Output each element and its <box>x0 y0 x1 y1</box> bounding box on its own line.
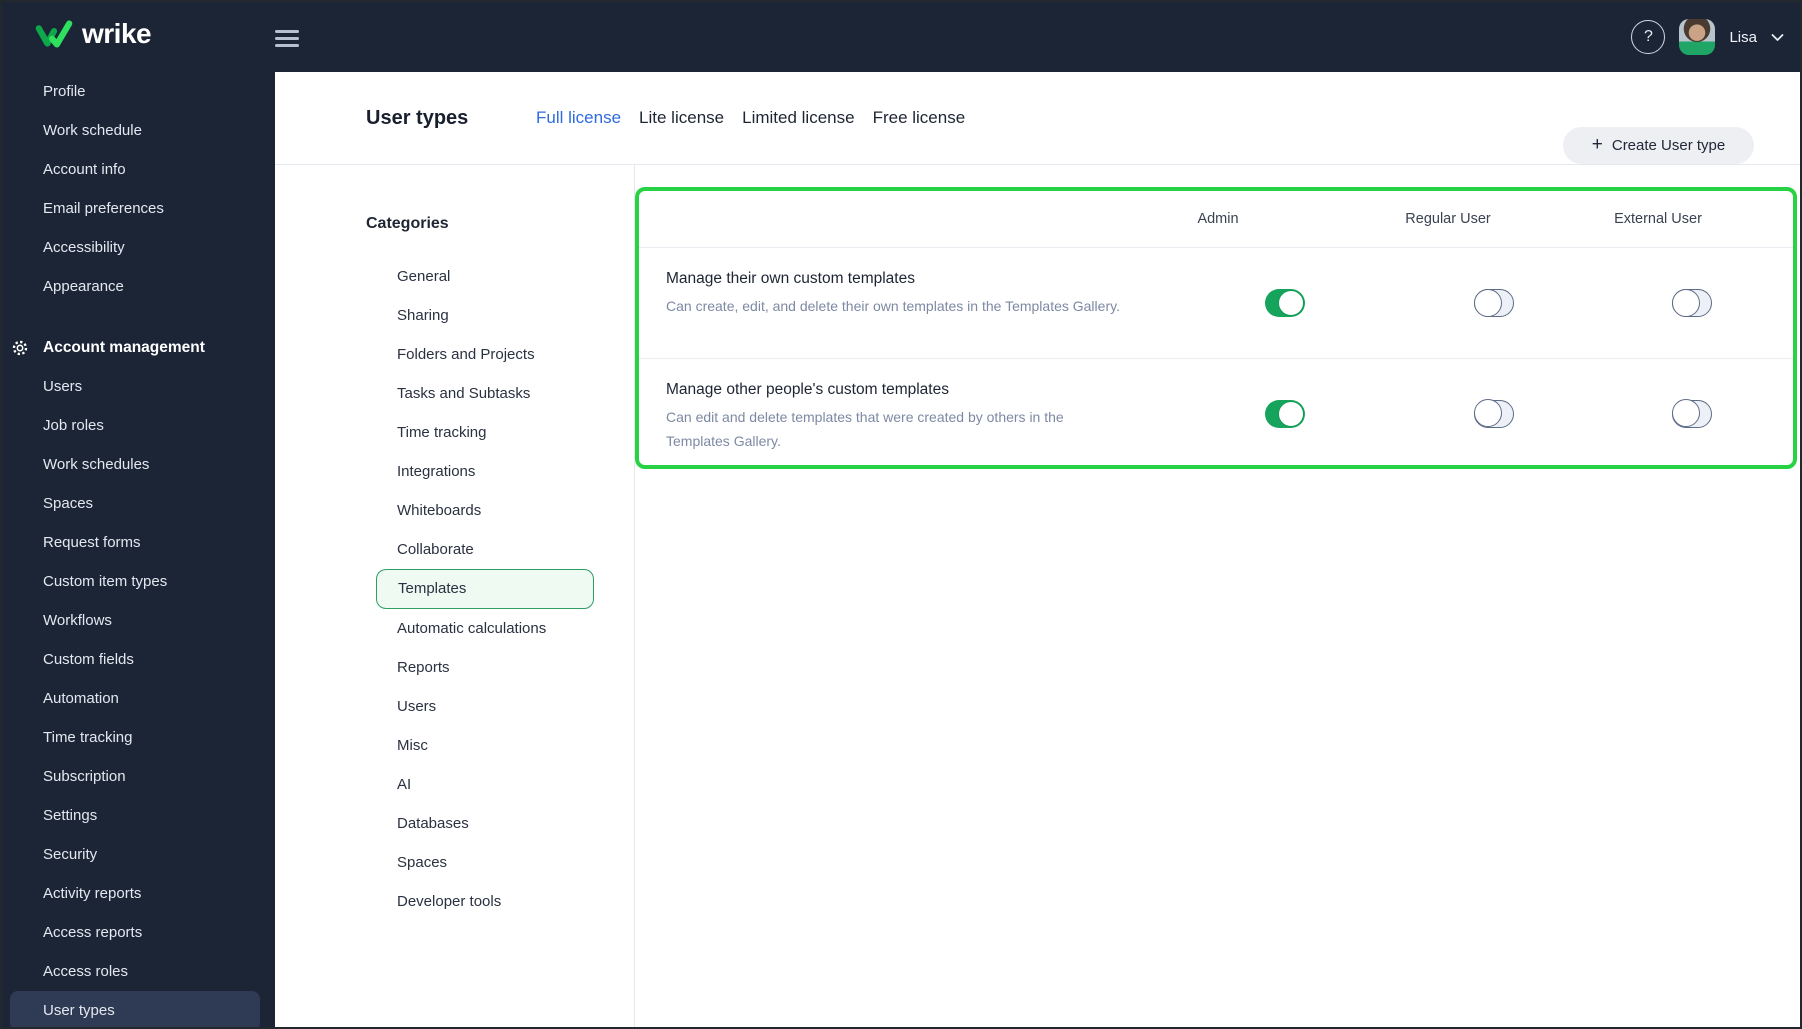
tab-limited-license[interactable]: Limited license <box>733 102 863 134</box>
toggle-knob <box>1473 288 1502 317</box>
permission-row-manage-their-own-custom-templates: Manage their own custom templates Can cre… <box>639 248 1793 358</box>
sidebar-item-custom-item-types[interactable]: Custom item types <box>2 562 275 601</box>
sidebar-item-activity-reports[interactable]: Activity reports <box>2 874 275 913</box>
sidebar-item-account-info[interactable]: Account info <box>2 150 275 189</box>
permission-title: Manage other people's custom templates <box>666 381 949 398</box>
toggle-knob <box>1278 290 1304 316</box>
sidebar-item-workflows[interactable]: Workflows <box>2 601 275 640</box>
user-name[interactable]: Lisa <box>1729 29 1757 46</box>
top-bar: wrike ? Lisa <box>2 2 1800 72</box>
sidebar-item-work-schedule[interactable]: Work schedule <box>2 111 275 150</box>
page-title: User types <box>366 106 469 129</box>
category-item-reports[interactable]: Reports <box>275 648 634 687</box>
category-item-ai[interactable]: AI <box>275 765 634 804</box>
category-item-time-tracking[interactable]: Time tracking <box>275 413 634 452</box>
sidebar-item-access-roles[interactable]: Access roles <box>2 952 275 991</box>
help-icon[interactable]: ? <box>1631 20 1666 54</box>
category-item-tasks-and-subtasks[interactable]: Tasks and Subtasks <box>275 374 634 413</box>
category-item-sharing[interactable]: Sharing <box>275 296 634 335</box>
sidebar-item-settings[interactable]: Settings <box>2 796 275 835</box>
tab-lite-license[interactable]: Lite license <box>630 102 733 134</box>
category-item-developer-tools[interactable]: Developer tools <box>275 882 634 921</box>
permission-title: Manage their own custom templates <box>666 270 915 287</box>
category-item-spaces[interactable]: Spaces <box>275 843 634 882</box>
sidebar-item-time-tracking[interactable]: Time tracking <box>2 718 275 757</box>
category-item-templates[interactable]: Templates <box>376 569 594 609</box>
toggle-knob <box>1671 399 1700 427</box>
category-item-general[interactable]: General <box>275 257 634 296</box>
sidebar-section-label: Account management <box>43 338 205 356</box>
sidebar-item-request-forms[interactable]: Request forms <box>2 523 275 562</box>
permission-description: Can edit and delete templates that were … <box>666 409 1064 449</box>
toggle-knob <box>1278 400 1304 427</box>
sidebar-item-accessibility[interactable]: Accessibility <box>2 228 275 267</box>
toggle-regular-user-manage-other-people-s-custom-templates[interactable] <box>1473 399 1514 428</box>
brand-text: wrike <box>82 18 152 49</box>
categories-heading: Categories <box>366 215 449 232</box>
license-tabs: Full license Lite license Limited license F… <box>527 102 974 134</box>
avatar[interactable] <box>1679 19 1716 55</box>
toggle-external-user-manage-other-people-s-custom-templates[interactable] <box>1671 399 1712 428</box>
category-item-folders-and-projects[interactable]: Folders and Projects <box>275 335 634 374</box>
sidebar-item-profile[interactable]: Profile <box>2 72 275 111</box>
toggle-external-user-manage-their-own-custom-templates[interactable] <box>1671 288 1712 317</box>
permission-row-manage-other-people-s-custom-templates: Manage other people's custom templates Ca… <box>639 358 1793 468</box>
content-header: User types Full license Lite license Limit… <box>275 72 1800 165</box>
sidebar-item-custom-fields[interactable]: Custom fields <box>2 640 275 679</box>
chevron-down-icon[interactable] <box>1771 33 1784 42</box>
category-item-databases[interactable]: Databases <box>275 804 634 843</box>
category-item-users[interactable]: Users <box>275 687 634 726</box>
column-header-admin: Admin <box>1197 211 1239 227</box>
sidebar-item-appearance[interactable]: Appearance <box>2 267 275 306</box>
tab-full-license[interactable]: Full license <box>527 102 630 134</box>
toggle-knob <box>1473 399 1502 427</box>
wrike-check-icon <box>35 20 73 48</box>
sidebar-item-spaces[interactable]: Spaces <box>2 484 275 523</box>
gear-icon <box>12 340 27 355</box>
toggle-knob <box>1671 288 1700 317</box>
sidebar-item-access-reports[interactable]: Access reports <box>2 913 275 952</box>
sidebar-item-security[interactable]: Security <box>2 835 275 874</box>
category-item-whiteboards[interactable]: Whiteboards <box>275 491 634 530</box>
sidebar-item-work-schedules[interactable]: Work schedules <box>2 445 275 484</box>
toggle-admin-manage-their-own-custom-templates[interactable] <box>1265 289 1305 317</box>
category-item-misc[interactable]: Misc <box>275 726 634 765</box>
sidebar-item-user-types[interactable]: User types <box>10 991 260 1027</box>
permissions-table-header: Admin Regular User External User <box>639 191 1793 248</box>
plus-icon: + <box>1591 134 1603 155</box>
permissions-table: Admin Regular User External User Manage th… <box>635 187 1797 469</box>
column-header-external-user: External User <box>1614 211 1702 227</box>
permission-description: Can create, edit, and delete their own t… <box>666 298 1120 314</box>
category-item-automatic-calculations[interactable]: Automatic calculations <box>275 609 634 648</box>
category-item-collaborate[interactable]: Collaborate <box>275 530 634 569</box>
tab-free-license[interactable]: Free license <box>864 102 975 134</box>
create-user-type-label: Create User type <box>1611 137 1726 154</box>
sidebar-item-job-roles[interactable]: Job roles <box>2 406 275 445</box>
sidebar-item-automation[interactable]: Automation <box>2 679 275 718</box>
toggle-regular-user-manage-their-own-custom-templates[interactable] <box>1473 288 1514 317</box>
sidebar-item-users[interactable]: Users <box>2 367 275 406</box>
column-header-regular-user: Regular User <box>1405 211 1491 227</box>
hamburger-menu-icon[interactable] <box>275 30 299 47</box>
sidebar-section-account-management: Account management <box>2 328 275 367</box>
sidebar-item-email-preferences[interactable]: Email preferences <box>2 189 275 228</box>
category-item-integrations[interactable]: Integrations <box>275 452 634 491</box>
toggle-admin-manage-other-people-s-custom-templates[interactable] <box>1265 399 1305 428</box>
categories-panel: Categories General Sharing Folders and Pro… <box>275 165 635 1027</box>
sidebar-item-subscription[interactable]: Subscription <box>2 757 275 796</box>
main-content: User types Full license Lite license Limit… <box>275 72 1800 1027</box>
sidebar-nav: Profile Work schedule Account info Email pr… <box>2 72 275 1027</box>
wrike-logo[interactable]: wrike <box>35 18 152 50</box>
create-user-type-button[interactable]: + Create User type <box>1563 127 1754 164</box>
